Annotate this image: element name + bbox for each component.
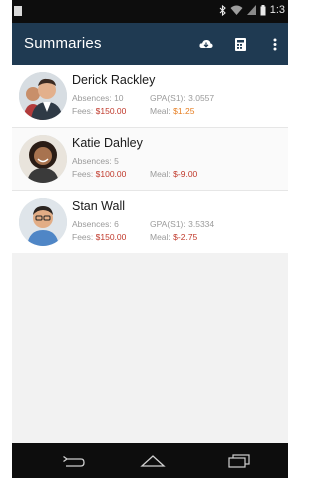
absences-value: 6	[114, 219, 119, 229]
gpa-label: GPA(S1):	[150, 93, 186, 103]
absences-value: 10	[114, 93, 124, 103]
gpa-group: GPA(S1): 3.5334	[150, 219, 214, 229]
student-avatar-icon	[19, 198, 67, 246]
student-avatar-icon	[19, 72, 67, 120]
student-attendance-line: Absences: 6 GPA(S1): 3.5334	[72, 219, 214, 229]
status-time: 1:3	[269, 4, 285, 16]
battery-icon	[260, 4, 266, 15]
student-name: Derick Rackley	[72, 73, 156, 87]
cloud-download-icon[interactable]	[196, 35, 216, 53]
fees-label: Fees:	[72, 232, 94, 242]
student-row-stan-wall[interactable]: Stan Wall Absences: 6 GPA(S1): 3.5334 Fe…	[12, 191, 288, 254]
student-avatar-icon	[19, 135, 67, 183]
meal-value: $-9.00	[173, 169, 198, 179]
student-balance-line: Fees: $150.00 Meal: $1.25	[72, 106, 194, 116]
meal-value: $1.25	[173, 106, 195, 116]
absences-value: 5	[114, 156, 119, 166]
meal-value: $-2.75	[173, 232, 198, 242]
meal-label: Meal:	[150, 169, 171, 179]
fees-value: $100.00	[95, 169, 127, 179]
meal-group: Meal: $-2.75	[150, 232, 197, 242]
overflow-menu-icon[interactable]	[268, 35, 282, 53]
meal-label: Meal:	[150, 232, 171, 242]
fees-label: Fees:	[72, 169, 94, 179]
absences-label: Absences:	[72, 156, 112, 166]
status-bar: 1:3	[12, 0, 288, 23]
gpa-value: 3.0557	[188, 93, 215, 103]
meal-group: Meal: $1.25	[150, 106, 194, 116]
meal-label: Meal:	[150, 106, 171, 116]
fees-label: Fees:	[72, 106, 94, 116]
student-name: Stan Wall	[72, 199, 126, 213]
calculator-icon[interactable]	[230, 35, 250, 53]
absences-label: Absences:	[72, 219, 112, 229]
absences-label: Absences:	[72, 93, 112, 103]
app-bar: Summaries	[12, 23, 288, 65]
fees-value: $150.00	[95, 106, 127, 116]
fees-value: $150.00	[95, 232, 127, 242]
student-row-derick-rackley[interactable]: Derick Rackley Absences: 10 GPA(S1): 3.0…	[12, 65, 288, 128]
student-name: Katie Dahley	[72, 136, 143, 150]
notification-icon	[14, 6, 22, 16]
student-balance-line: Fees: $100.00 Meal: $-9.00	[72, 169, 197, 179]
student-attendance-line: Absences: 10 GPA(S1): 3.0557	[72, 93, 214, 103]
app-screen: 1:3 Summaries Derick Rackley Absences: 1…	[12, 0, 288, 478]
system-nav-bar	[12, 443, 288, 478]
gpa-label: GPA(S1):	[150, 219, 186, 229]
phone-screen: 1:3 Summaries Derick Rackley Absences: 1…	[0, 0, 288, 478]
home-icon[interactable]	[138, 451, 168, 471]
recents-icon[interactable]	[224, 451, 254, 471]
student-row-katie-dahley[interactable]: Katie Dahley Absences: 5 Fees: $100.00 M…	[12, 128, 288, 191]
wifi-icon	[230, 5, 243, 15]
page-title: Summaries	[24, 35, 102, 52]
student-balance-line: Fees: $150.00 Meal: $-2.75	[72, 232, 197, 242]
back-icon[interactable]	[58, 451, 88, 471]
student-attendance-line: Absences: 5	[72, 156, 119, 166]
gpa-group: GPA(S1): 3.0557	[150, 93, 214, 103]
gpa-value: 3.5334	[188, 219, 215, 229]
student-list: Derick Rackley Absences: 10 GPA(S1): 3.0…	[12, 65, 288, 254]
bluetooth-icon	[219, 4, 226, 16]
status-indicators: 1:3	[219, 4, 285, 16]
empty-list-area	[12, 253, 288, 443]
signal-icon	[246, 5, 256, 15]
meal-group: Meal: $-9.00	[150, 169, 197, 179]
